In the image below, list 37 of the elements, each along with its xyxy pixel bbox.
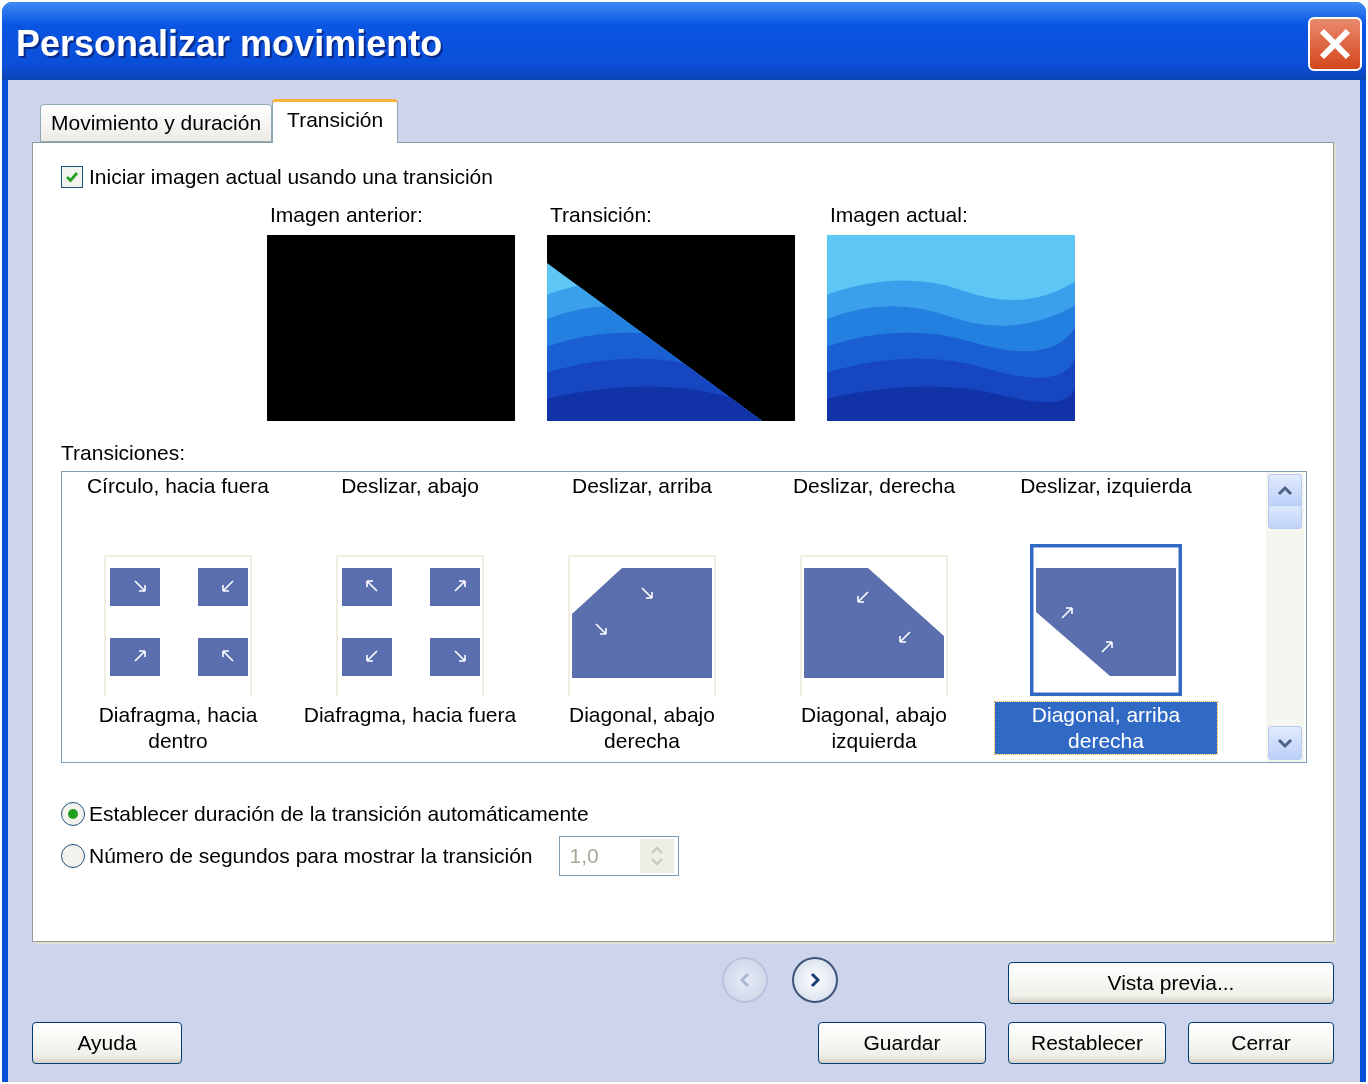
transition-label[interactable]: Círculo, hacia fuera	[62, 472, 294, 500]
transition-label[interactable]: Deslizar, arriba	[526, 472, 758, 500]
tab[interactable]: Transición	[272, 99, 399, 143]
transition-label[interactable]: Deslizar, izquierda	[990, 472, 1222, 500]
scroll-up-button[interactable]	[1268, 474, 1302, 508]
scrollbar-thumb[interactable]	[1268, 505, 1302, 529]
radio-label: Número de segundos para mostrar la transición	[89, 844, 533, 868]
dialog-button[interactable]: Restablecer	[1008, 1022, 1166, 1064]
transition-label[interactable]: Diagonal, abajo izquierda	[763, 702, 985, 754]
close-button[interactable]	[1308, 17, 1362, 71]
preview-button[interactable]: Vista previa...	[1008, 962, 1334, 1004]
transition-label[interactable]: Diafragma, hacia dentro	[67, 702, 289, 754]
dialog-button[interactable]: Cerrar	[1188, 1022, 1334, 1064]
preview-label: Imagen anterior:	[269, 203, 424, 227]
checkbox-label: Iniciar imagen actual usando una transición	[89, 165, 493, 189]
dialog-button[interactable]: Guardar	[818, 1022, 986, 1064]
next-button[interactable]	[792, 957, 838, 1003]
transition-label[interactable]: Deslizar, derecha	[758, 472, 990, 500]
close-icon	[1318, 27, 1352, 61]
transition-label[interactable]: Deslizar, abajo	[294, 472, 526, 500]
preview-label: Imagen actual:	[829, 203, 969, 227]
list-label: Transiciones:	[61, 441, 187, 465]
radio-button[interactable]	[61, 844, 85, 868]
scroll-down-button[interactable]	[1268, 726, 1302, 760]
window-title: Personalizar movimiento	[16, 22, 443, 65]
radio-button[interactable]	[61, 802, 85, 826]
checkbox[interactable]	[61, 166, 83, 188]
transition-thumbnail[interactable]	[1030, 544, 1182, 696]
radio-label: Establecer duración de la transición automáticamente	[89, 802, 589, 826]
spinner-arrows-icon	[648, 844, 665, 868]
transition-label[interactable]: Diagonal, abajo derecha	[531, 702, 753, 754]
check-icon	[65, 170, 79, 184]
help-button[interactable]: Ayuda	[32, 1022, 182, 1064]
preview-label: Transición:	[549, 203, 653, 227]
tab[interactable]: Movimiento y duración	[40, 104, 273, 142]
transition-label[interactable]: Diafragma, hacia fuera	[301, 702, 519, 728]
transition-label[interactable]: Diagonal, arriba derecha	[995, 702, 1217, 754]
